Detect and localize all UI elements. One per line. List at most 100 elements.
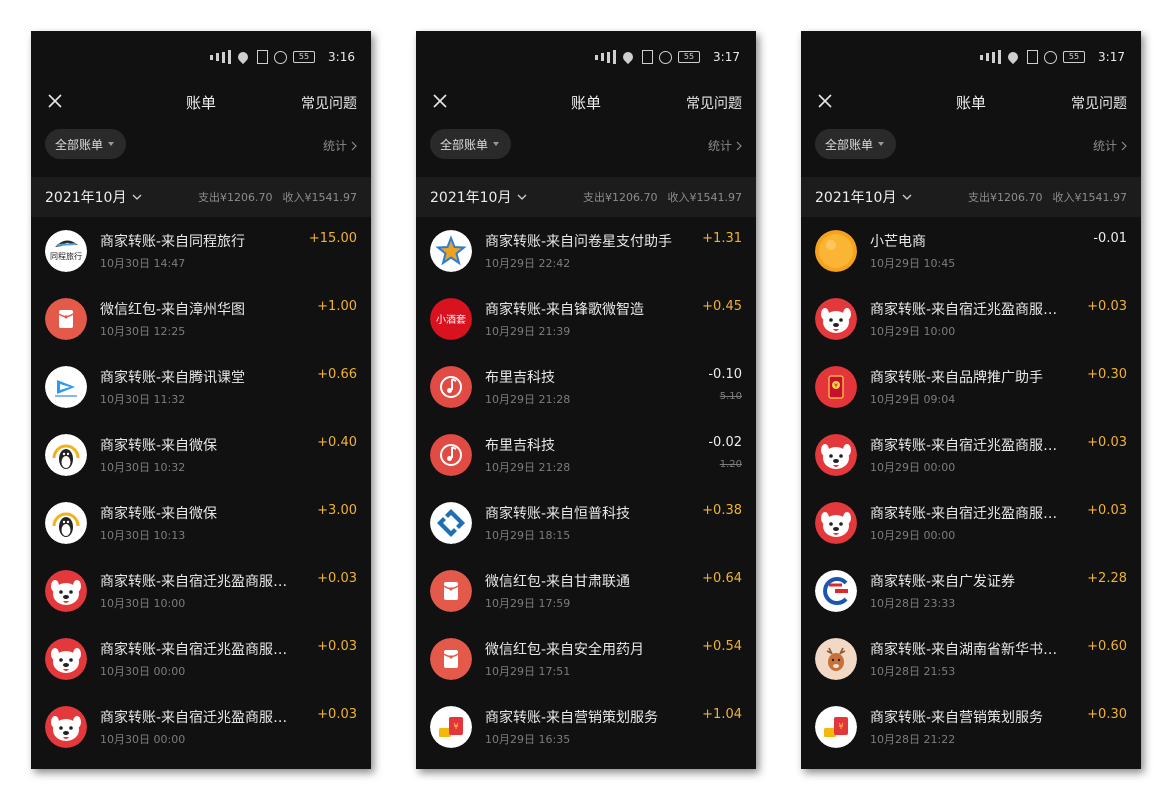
transaction-time: 10月29日 21:28 bbox=[485, 461, 571, 474]
transaction-row[interactable]: 布里吉科技 10月29日 21:28 -0.10 5.10 bbox=[416, 353, 756, 421]
close-icon[interactable] bbox=[41, 87, 69, 115]
transaction-time: 10月29日 22:42 bbox=[485, 257, 571, 270]
transaction-amount: +0.40 bbox=[317, 435, 357, 450]
transaction-row[interactable]: 商家转账-来自宿迁兆盈商服务有限公司 10月29日 10:00 +0.03 bbox=[801, 285, 1141, 353]
expense-total: 支出¥1206.70 bbox=[968, 191, 1043, 204]
transaction-amount: +0.03 bbox=[1087, 299, 1127, 314]
transaction-row[interactable]: 商家转账-来自宿迁兆盈商服务有限公司 10月30日 10:00 +0.03 bbox=[31, 557, 371, 625]
transaction-time: 10月28日 21:53 bbox=[870, 665, 956, 678]
music-icon bbox=[430, 366, 472, 408]
stats-label: 统计 bbox=[1092, 139, 1117, 153]
xiaojiuge-icon: 小酒套 bbox=[430, 298, 472, 340]
month-header: 2021年10月 支出¥1206.70 收入¥1541.97 bbox=[801, 177, 1141, 217]
penguin-icon bbox=[45, 434, 87, 476]
filter-row: 全部账单 统计 bbox=[31, 123, 371, 177]
nfc-icon bbox=[257, 50, 268, 64]
caret-down-icon bbox=[108, 142, 115, 146]
stats-link[interactable]: 统计 bbox=[708, 137, 742, 154]
filter-row: 全部账单 统计 bbox=[416, 123, 756, 177]
jd-dog-icon bbox=[815, 434, 857, 476]
original-amount: 5.10 bbox=[719, 391, 742, 402]
hengpu-icon bbox=[430, 502, 472, 544]
transaction-row[interactable]: 商家转账-来自宿迁兆盈商服务有限公司 10月30日 00:00 +0.03 bbox=[31, 625, 371, 693]
close-icon[interactable] bbox=[811, 87, 839, 115]
transaction-amount: +0.03 bbox=[317, 571, 357, 586]
transaction-row[interactable]: ¥ 商家转账-来自营销策划服务 10月29日 16:35 +1.04 bbox=[416, 693, 756, 761]
orange-icon bbox=[815, 230, 857, 272]
transaction-row[interactable]: 布里吉科技 10月29日 21:28 -0.02 1.20 bbox=[416, 421, 756, 489]
battery-icon: 55 bbox=[293, 51, 315, 63]
income-total: 收入¥1541.97 bbox=[282, 191, 358, 204]
chevron-down-icon bbox=[517, 194, 527, 200]
stats-link[interactable]: 统计 bbox=[1093, 137, 1127, 154]
svg-text:同程旅行: 同程旅行 bbox=[50, 251, 82, 261]
bill-type-filter[interactable]: 全部账单 bbox=[815, 129, 897, 159]
jd-dog-icon bbox=[45, 570, 87, 612]
transaction-row[interactable]: 小酒套 商家转账-来自锋歌微智造 10月29日 21:39 +0.45 bbox=[416, 285, 756, 353]
star-icon bbox=[430, 230, 472, 272]
transaction-amount: +1.31 bbox=[702, 231, 742, 246]
month-summary: 支出¥1206.70 收入¥1541.97 bbox=[198, 189, 357, 205]
transaction-row[interactable]: ¥ 商家转账-来自品牌推广助手 10月29日 09:04 +0.30 bbox=[801, 353, 1141, 421]
transaction-row[interactable]: 商家转账-来自腾讯课堂 10月30日 11:32 +0.66 bbox=[31, 353, 371, 421]
signal-icon bbox=[601, 53, 604, 61]
bill-type-filter[interactable]: 全部账单 bbox=[45, 129, 127, 159]
transaction-row[interactable]: 微信红包-来自漳州华图 10月30日 12:25 +1.00 bbox=[31, 285, 371, 353]
status-icons: 55 bbox=[595, 49, 700, 65]
transaction-row[interactable]: 微信红包-来自甘肃联通 10月29日 17:59 +0.64 bbox=[416, 557, 756, 625]
faq-link[interactable]: 常见问题 bbox=[1071, 93, 1127, 113]
transaction-row[interactable]: 商家转账-来自湖南省新华书店有限公司 10月28日 21:53 +0.60 bbox=[801, 625, 1141, 693]
transaction-name: 布里吉科技 bbox=[485, 438, 555, 454]
phone-screen-2: 55 3:17 账单 常见问题 全部账单 统计 2021年10月 支出¥1206… bbox=[416, 31, 756, 769]
transaction-name: 商家转账-来自品牌推广助手 bbox=[870, 370, 1044, 386]
transaction-row[interactable]: 小芒电商 10月29日 10:45 -0.01 bbox=[801, 217, 1141, 285]
transaction-name: 小芒电商 bbox=[870, 234, 926, 250]
transaction-name: 商家转账-来自湖南省新华书店有限公司 bbox=[870, 642, 1070, 658]
transaction-row[interactable]: 商家转账-来自恒普科技 10月29日 18:15 +0.38 bbox=[416, 489, 756, 557]
transaction-row[interactable]: 商家转账-来自广发证券 10月28日 23:33 +2.28 bbox=[801, 557, 1141, 625]
transaction-amount: +0.30 bbox=[1087, 707, 1127, 722]
transaction-row[interactable]: 微信红包-来自安全用药月 10月29日 17:51 +0.54 bbox=[416, 625, 756, 693]
month-selector[interactable]: 2021年10月 bbox=[815, 187, 912, 207]
month-selector[interactable]: 2021年10月 bbox=[45, 187, 142, 207]
signal-icon bbox=[595, 54, 598, 60]
transaction-row[interactable]: 同程旅行 商家转账-来自同程旅行 10月30日 14:47 +15.00 bbox=[31, 217, 371, 285]
transaction-row[interactable]: ¥ 商家转账-来自营销策划服务 10月28日 21:22 +0.30 bbox=[801, 693, 1141, 761]
month-selector[interactable]: 2021年10月 bbox=[430, 187, 527, 207]
transaction-name: 商家转账-来自微保 bbox=[100, 506, 218, 522]
transaction-name: 商家转账-来自广发证券 bbox=[870, 574, 1016, 590]
faq-link[interactable]: 常见问题 bbox=[686, 93, 742, 113]
faq-link[interactable]: 常见问题 bbox=[301, 93, 357, 113]
transaction-row[interactable]: 商家转账-来自问卷星支付助手 10月29日 22:42 +1.31 bbox=[416, 217, 756, 285]
transaction-amount: -0.10 bbox=[708, 367, 742, 382]
transaction-row[interactable]: 商家转账-来自宿迁兆盈商服务有限公司 10月30日 00:00 +0.03 bbox=[31, 693, 371, 761]
transaction-time: 10月30日 10:13 bbox=[100, 529, 186, 542]
transaction-time: 10月30日 11:32 bbox=[100, 393, 186, 406]
nfc-icon bbox=[1027, 50, 1038, 64]
svg-text:¥: ¥ bbox=[834, 383, 838, 390]
transaction-name: 商家转账-来自营销策划服务 bbox=[870, 710, 1044, 726]
bill-type-filter[interactable]: 全部账单 bbox=[430, 129, 512, 159]
transaction-time: 10月29日 21:28 bbox=[485, 393, 571, 406]
status-bar: 55 3:16 bbox=[31, 31, 371, 81]
chevron-right-icon bbox=[1121, 141, 1127, 150]
transaction-name: 商家转账-来自问卷星支付助手 bbox=[485, 234, 673, 250]
transaction-row[interactable]: 商家转账-来自微保 10月30日 10:13 +3.00 bbox=[31, 489, 371, 557]
transaction-row[interactable]: 商家转账-来自宿迁兆盈商服务有限公司 10月29日 00:00 +0.03 bbox=[801, 489, 1141, 557]
battery-icon: 55 bbox=[678, 51, 700, 63]
red-packet-icon bbox=[45, 298, 87, 340]
transaction-time: 10月29日 17:59 bbox=[485, 597, 571, 610]
stats-link[interactable]: 统计 bbox=[323, 137, 357, 154]
month-header: 2021年10月 支出¥1206.70 收入¥1541.97 bbox=[31, 177, 371, 217]
transaction-name: 微信红包-来自漳州华图 bbox=[100, 302, 246, 318]
transaction-row[interactable]: 商家转账-来自微保 10月30日 10:32 +0.40 bbox=[31, 421, 371, 489]
bill-type-label: 全部账单 bbox=[440, 137, 489, 152]
transaction-name: 商家转账-来自恒普科技 bbox=[485, 506, 631, 522]
transaction-amount: +1.00 bbox=[317, 299, 357, 314]
close-icon[interactable] bbox=[426, 87, 454, 115]
transaction-time: 10月30日 00:00 bbox=[100, 733, 186, 746]
transaction-amount: +0.03 bbox=[317, 639, 357, 654]
money-packet-icon: ¥ bbox=[430, 706, 472, 748]
transaction-amount: -0.02 bbox=[708, 435, 742, 450]
transaction-row[interactable]: 商家转账-来自宿迁兆盈商服务有限公司 10月29日 00:00 +0.03 bbox=[801, 421, 1141, 489]
